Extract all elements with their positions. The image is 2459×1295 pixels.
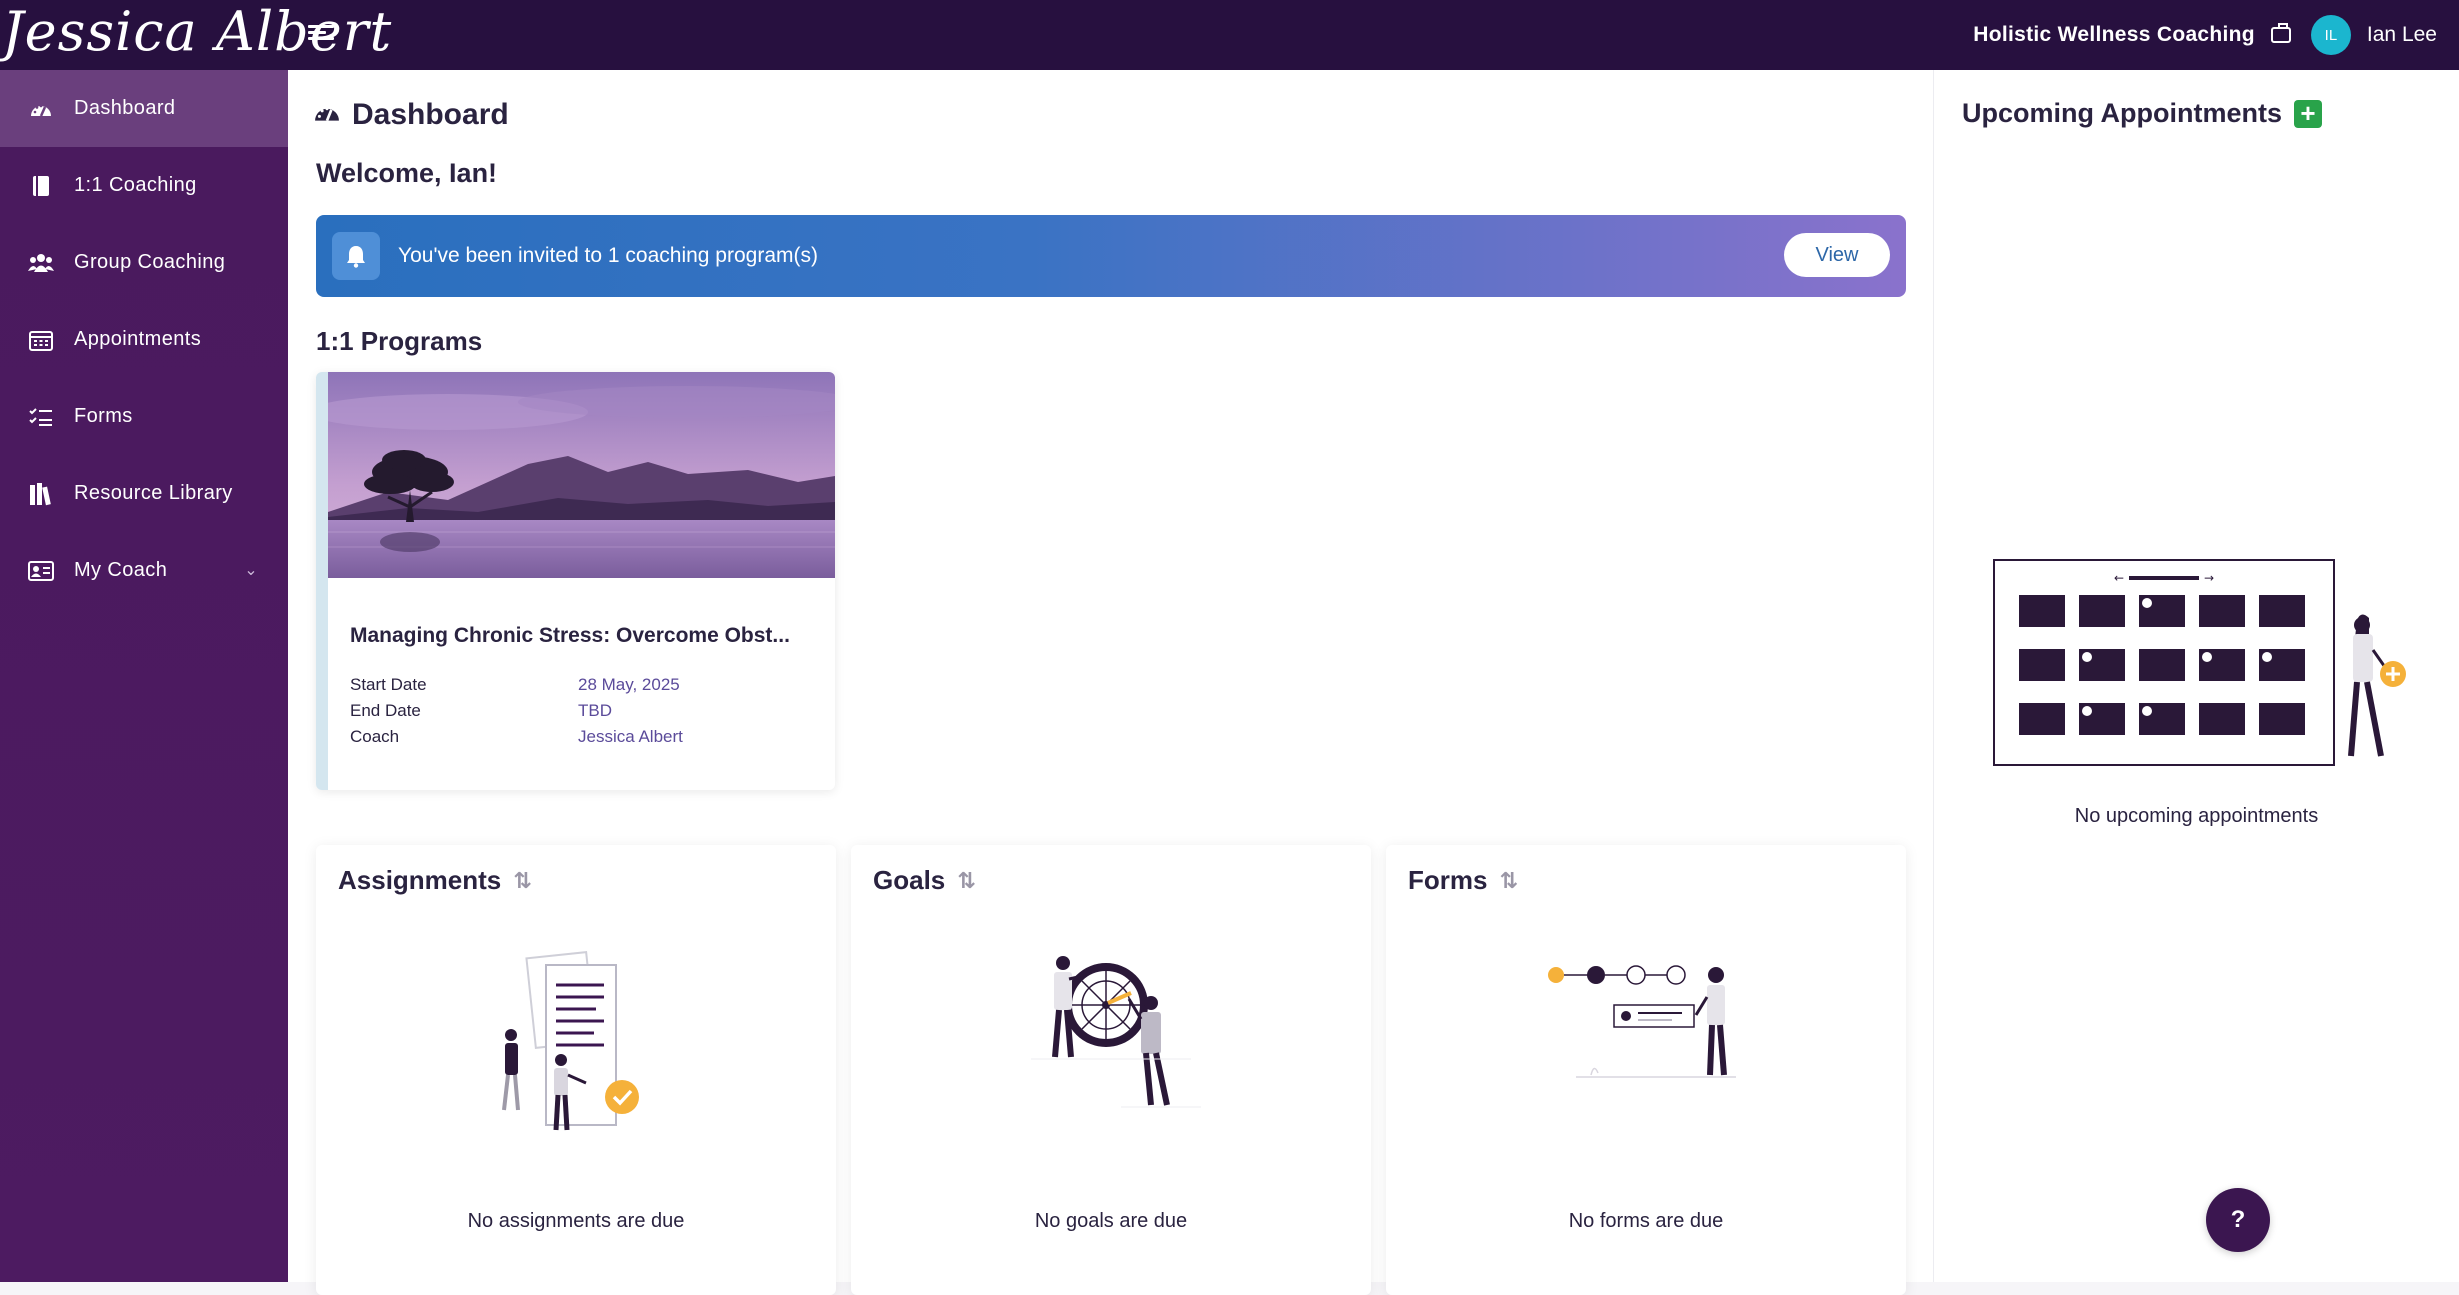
- assignments-title: Assignments ⇅: [338, 865, 532, 896]
- chevron-down-icon[interactable]: ⌄: [244, 560, 258, 580]
- user-name[interactable]: Ian Lee: [2367, 23, 2437, 47]
- upcoming-appointments-title: Upcoming Appointments +: [1962, 98, 2322, 129]
- sort-icon[interactable]: ⇅: [1499, 868, 1517, 894]
- start-date-row: Start Date 28 May, 2025: [350, 672, 810, 698]
- svg-text:←: ←: [2114, 571, 2124, 585]
- sort-icon[interactable]: ⇅: [513, 868, 531, 894]
- program-cover-image: [328, 372, 835, 578]
- calendar-illustration: ← →: [1989, 550, 2409, 770]
- end-date-label: End Date: [350, 701, 421, 720]
- no-appointments-text: No upcoming appointments: [2074, 805, 2319, 827]
- sidebar-item-label: Forms: [74, 405, 133, 427]
- assignments-empty-text: No assignments are due: [467, 1210, 685, 1232]
- sidebar-item-dashboard[interactable]: Dashboard: [0, 70, 288, 147]
- sidebar-item-label: Appointments: [74, 328, 202, 350]
- briefcase-icon[interactable]: [2270, 23, 2291, 43]
- forms-card: Forms ⇅ No forms are due: [1386, 845, 1906, 1295]
- sidebar-item-label: My Coach: [74, 559, 168, 581]
- goals-illustration: [1011, 945, 1211, 1145]
- view-invitation-button[interactable]: View: [1784, 233, 1890, 277]
- coach-row: Coach Jessica Albert: [350, 724, 810, 750]
- add-appointment-button[interactable]: +: [2293, 99, 2322, 128]
- org-name[interactable]: Holistic Wellness Coaching: [1973, 23, 2255, 47]
- sidebar-item-resource-library[interactable]: Resource Library: [0, 455, 288, 532]
- goals-title-text: Goals: [873, 865, 946, 895]
- sidebar-item-group-coaching[interactable]: Group Coaching: [0, 224, 288, 301]
- end-date-value: TBD: [578, 701, 612, 720]
- top-right-area: Holistic Wellness Coaching IL Ian Lee: [1973, 0, 2437, 70]
- top-bar: Jessica Albert Holistic Wellness Coachin…: [0, 0, 2459, 70]
- card-accent-stripe: [316, 372, 328, 790]
- goals-title: Goals ⇅: [873, 865, 976, 896]
- sidebar-item-label: Dashboard: [74, 97, 176, 119]
- users-icon: [28, 250, 54, 276]
- end-date-row: End Date TBD: [350, 698, 810, 724]
- sidebar-item-forms[interactable]: Forms: [0, 378, 288, 455]
- programs-section-title: 1:1 Programs: [316, 326, 483, 356]
- checklist-icon: [28, 404, 54, 430]
- goals-card: Goals ⇅ No goals are due: [851, 845, 1371, 1295]
- main-content: Dashboard Welcome, Ian! You've been invi…: [288, 70, 1933, 1295]
- assignments-title-text: Assignments: [338, 865, 502, 895]
- banner-text: You've been invited to 1 coaching progra…: [398, 244, 818, 267]
- svg-text:→: →: [2204, 571, 2214, 585]
- forms-empty-text: No forms are due: [1568, 1210, 1724, 1232]
- page-title: Dashboard: [314, 98, 509, 132]
- help-button[interactable]: ?: [2206, 1188, 2270, 1252]
- book-icon: [28, 173, 54, 199]
- goals-empty-text: No goals are due: [1034, 1210, 1188, 1232]
- forms-illustration: [1546, 945, 1746, 1145]
- avatar[interactable]: IL: [2310, 15, 2351, 55]
- sidebar: Dashboard 1:1 Coaching Group Coaching Ap…: [0, 70, 288, 1282]
- menu-toggle-icon[interactable]: [308, 22, 334, 48]
- forms-title: Forms ⇅: [1408, 865, 1518, 896]
- upcoming-appointments-panel: Upcoming Appointments + ← → No upcoming …: [1933, 70, 2459, 1282]
- library-icon: [28, 481, 54, 507]
- invitation-banner: You've been invited to 1 coaching progra…: [316, 215, 1906, 297]
- id-card-icon: [28, 558, 54, 584]
- sidebar-item-label: 1:1 Coaching: [74, 174, 197, 196]
- sidebar-item-my-coach[interactable]: My Coach ⌄: [0, 532, 288, 609]
- assignments-illustration: [476, 945, 676, 1145]
- assignments-card: Assignments ⇅ No assignments are due: [316, 845, 836, 1295]
- sidebar-item-label: Resource Library: [74, 482, 233, 504]
- sidebar-item-1-1-coaching[interactable]: 1:1 Coaching: [0, 147, 288, 224]
- program-meta: Start Date 28 May, 2025 End Date TBD Coa…: [350, 672, 810, 750]
- welcome-message: Welcome, Ian!: [316, 158, 498, 188]
- forms-title-text: Forms: [1408, 865, 1488, 895]
- brand-logo[interactable]: Jessica Albert: [2, 0, 391, 68]
- program-card[interactable]: Managing Chronic Stress: Overcome Obst..…: [316, 372, 835, 790]
- page-title-text: Dashboard: [352, 98, 509, 131]
- sidebar-item-label: Group Coaching: [74, 251, 226, 273]
- bell-icon: [332, 232, 380, 280]
- coach-value[interactable]: Jessica Albert: [578, 724, 683, 750]
- upcoming-appointments-title-text: Upcoming Appointments: [1962, 98, 2282, 128]
- dashboard-icon: [28, 96, 54, 122]
- coach-label: Coach: [350, 727, 400, 746]
- start-date-value: 28 May, 2025: [578, 675, 680, 694]
- dashboard-icon: [314, 98, 340, 132]
- program-title[interactable]: Managing Chronic Stress: Overcome Obst..…: [350, 624, 790, 648]
- sidebar-item-appointments[interactable]: Appointments: [0, 301, 288, 378]
- sort-icon[interactable]: ⇅: [957, 868, 975, 894]
- start-date-label: Start Date: [350, 675, 427, 694]
- calendar-icon: [28, 327, 54, 353]
